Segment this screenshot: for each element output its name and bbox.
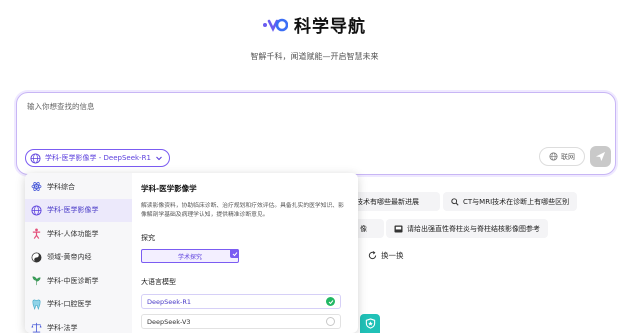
model-option[interactable]: DeepSeek-V3 xyxy=(141,314,341,329)
category-label: 学科-中医诊断学 xyxy=(47,276,99,285)
category-detail-panel: 学科-医学影像学 解读影像资料，协助临床诊断、治疗规划和疗效评估。具备扎实的医学… xyxy=(132,173,358,333)
subject-dropdown: 学科综合 学科-医学影像学 学科-人体功能学 领域-黄帝内经 学科-中医诊断学 … xyxy=(25,173,358,333)
refresh-button[interactable]: 换一换 xyxy=(368,250,404,261)
refresh-label: 换一换 xyxy=(381,251,404,260)
category-item[interactable]: 领域-黄帝内经 xyxy=(25,246,132,270)
send-button[interactable] xyxy=(590,146,611,167)
suggestion-text: CT与MRI技术在诊断上有哪些区别 xyxy=(463,197,570,206)
web-search-label: 联网 xyxy=(561,152,575,161)
herb-icon xyxy=(32,276,41,286)
detail-description: 解读影像资料，协助临床诊断、治疗规划和疗效评估。具备扎实的医学知识、影像解剖学基… xyxy=(141,203,344,218)
model-option-label: DeepSeek-R1 xyxy=(147,297,192,306)
globe-icon xyxy=(30,152,41,164)
model-option-label: DeepSeek-V3 xyxy=(147,317,191,326)
radio-checked-icon xyxy=(326,297,335,306)
models-section-label: 大语言模型 xyxy=(141,278,176,286)
atom-icon xyxy=(31,182,42,192)
category-list: 学科综合 学科-医学影像学 学科-人体功能学 领域-黄帝内经 学科-中医诊断学 … xyxy=(25,173,132,333)
category-item-active[interactable]: 学科-医学影像学 xyxy=(25,198,132,222)
category-label: 学科综合 xyxy=(47,182,75,191)
category-label: 领域-黄帝内经 xyxy=(47,253,92,262)
explore-tag[interactable]: 学术探究 xyxy=(141,249,239,263)
web-search-toggle[interactable]: 联网 xyxy=(539,147,585,166)
check-icon xyxy=(230,249,239,258)
category-label: 学科-法学 xyxy=(47,323,78,332)
explore-section-label: 探究 xyxy=(141,234,155,242)
send-icon xyxy=(595,151,606,162)
suggestion-chip[interactable]: CT与MRI技术在诊断上有哪些区别 xyxy=(443,192,578,211)
suggestion-text: 请给出强直性脊柱炎与脊柱结核影像图参考 xyxy=(407,224,540,233)
category-label: 学科-人体功能学 xyxy=(47,229,99,238)
scale-icon xyxy=(31,323,42,333)
taiji-icon xyxy=(31,252,42,263)
category-item[interactable]: 学科-中医诊断学 xyxy=(25,269,132,293)
shield-icon[interactable] xyxy=(360,314,380,333)
model-option[interactable]: DeepSeek-R1 xyxy=(141,294,341,309)
explore-tag-label: 学术探究 xyxy=(177,253,202,261)
tooth-icon xyxy=(32,299,41,310)
chevron-down-icon xyxy=(156,156,162,161)
app-title: 科学导航 xyxy=(294,17,366,37)
suggestion-text: 技术有哪些最新进展 xyxy=(356,197,419,206)
radio-unchecked-icon xyxy=(326,317,335,326)
model-select-label: 学科-医学影像学 - DeepSeek-R1 xyxy=(45,154,151,162)
category-label: 学科-口腔医学 xyxy=(47,300,92,309)
category-label: 学科-医学影像学 xyxy=(47,206,99,215)
refresh-icon xyxy=(368,251,377,260)
globe-icon xyxy=(31,205,42,216)
suggestion-text: 像 xyxy=(360,224,367,233)
category-item[interactable]: 学科综合 xyxy=(25,175,132,199)
search-box[interactable]: 输入你想查找的信息 学科-医学影像学 - DeepSeek-R1 联网 xyxy=(16,92,616,175)
category-item[interactable]: 学科-法学 xyxy=(25,316,132,333)
suggestion-chip[interactable]: 请给出强直性脊柱炎与脊柱结核影像图参考 xyxy=(386,219,548,238)
model-select-button[interactable]: 学科-医学影像学 - DeepSeek-R1 xyxy=(25,149,170,167)
logo-icon xyxy=(263,18,288,32)
detail-title: 学科-医学影像学 xyxy=(141,184,197,193)
tagline: 智解千科，闻道赋能—开启智慧未来 xyxy=(250,52,379,61)
body-icon xyxy=(32,228,41,240)
search-icon xyxy=(451,197,459,206)
image-icon xyxy=(394,224,403,233)
search-input[interactable]: 输入你想查找的信息 xyxy=(27,101,95,112)
category-item[interactable]: 学科-人体功能学 xyxy=(25,222,132,246)
globe-icon xyxy=(549,152,558,161)
brand: 科学导航 xyxy=(262,12,366,37)
category-item[interactable]: 学科-口腔医学 xyxy=(25,293,132,317)
